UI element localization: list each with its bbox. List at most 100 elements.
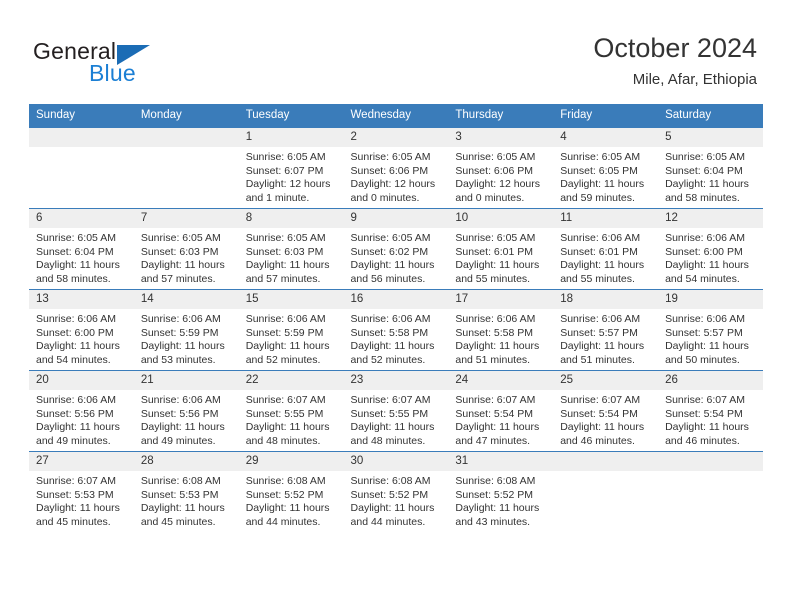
day-details: Sunrise: 6:06 AM Sunset: 5:57 PM Daylight:… [658,309,763,367]
sunset-time: Sunset: 6:03 PM [140,245,219,258]
day-number: 3 [448,128,554,147]
daylight-line-1: Daylight: 11 hours [455,502,540,515]
calendar-day-cell[interactable]: 23 Sunrise: 6:07 AM Sunset: 5:55 PM Dayligh… [343,370,449,452]
daylight-line-1: Daylight: 11 hours [245,421,330,434]
sunrise-time: Sunrise: 6:06 AM [36,394,116,406]
daylight-line-1: Daylight: 11 hours [36,502,120,515]
day-number: 9 [343,209,449,228]
day-number: 4 [553,128,659,147]
sunset-time: Sunset: 5:52 PM [245,488,324,501]
daylight-line-2: and 45 minutes. [36,515,111,528]
day-details: Sunrise: 6:08 AM Sunset: 5:52 PM Daylight:… [448,471,553,529]
sunset-time: Sunset: 5:52 PM [455,488,534,501]
calendar-day-cell[interactable]: 20 Sunrise: 6:06 AM Sunset: 5:56 PM Dayligh… [29,370,134,452]
calendar-day-cell[interactable]: 8 Sunrise: 6:05 AM Sunset: 6:03 PM Daylight… [238,208,344,290]
sunrise-time: Sunrise: 6:08 AM [455,475,536,487]
calendar-day-cell[interactable]: 27 Sunrise: 6:07 AM Sunset: 5:53 PM Dayligh… [29,451,134,532]
calendar-day-cell[interactable]: 12 Sunrise: 6:06 AM Sunset: 6:00 PM Dayligh… [658,208,763,290]
calendar-day-cell[interactable]: 29 Sunrise: 6:08 AM Sunset: 5:52 PM Dayligh… [238,451,344,532]
sunset-time: Sunset: 5:58 PM [455,326,534,339]
sunrise-time: Sunrise: 6:05 AM [245,151,326,163]
calendar-week-row: 6 Sunrise: 6:05 AM Sunset: 6:04 PM Daylight… [29,208,763,290]
calendar-empty-cell [553,451,659,532]
day-details: Sunrise: 6:05 AM Sunset: 6:06 PM Daylight:… [344,147,449,205]
calendar-day-cell[interactable]: 26 Sunrise: 6:07 AM Sunset: 5:54 PM Dayligh… [658,370,763,452]
sunset-time: Sunset: 5:54 PM [665,407,743,420]
calendar-day-cell[interactable]: 10 Sunrise: 6:05 AM Sunset: 6:01 PM Dayligh… [448,208,554,290]
calendar-day-cell[interactable]: 30 Sunrise: 6:08 AM Sunset: 5:52 PM Dayligh… [343,451,449,532]
sunset-time: Sunset: 5:56 PM [36,407,114,420]
day-number: 15 [238,290,344,309]
calendar-day-cell[interactable]: 5 Sunrise: 6:05 AM Sunset: 6:04 PM Daylight… [658,127,763,209]
calendar-day-cell[interactable]: 13 Sunrise: 6:06 AM Sunset: 6:00 PM Dayligh… [29,289,134,371]
calendar-day-cell[interactable]: 15 Sunrise: 6:06 AM Sunset: 5:59 PM Dayligh… [238,289,344,371]
calendar-day-cell[interactable]: 25 Sunrise: 6:07 AM Sunset: 5:54 PM Dayligh… [553,370,659,452]
sunset-time: Sunset: 5:53 PM [140,488,219,501]
calendar-day-cell[interactable]: 6 Sunrise: 6:05 AM Sunset: 6:04 PM Daylight… [29,208,134,290]
day-number: 21 [133,371,239,390]
sunrise-time: Sunrise: 6:05 AM [455,151,536,163]
calendar-day-cell[interactable]: 14 Sunrise: 6:06 AM Sunset: 5:59 PM Dayligh… [133,289,239,371]
calendar-day-cell[interactable]: 16 Sunrise: 6:06 AM Sunset: 5:58 PM Dayligh… [343,289,449,371]
sunset-time: Sunset: 5:55 PM [245,407,324,420]
page-subtitle-location: Mile, Afar, Ethiopia [632,71,757,88]
day-number: 29 [238,452,344,471]
daylight-line-1: Daylight: 11 hours [140,340,225,353]
calendar-day-cell[interactable]: 1 Sunrise: 6:05 AM Sunset: 6:07 PM Daylight… [238,127,344,209]
daylight-line-2: and 45 minutes. [140,515,216,528]
day-details: Sunrise: 6:07 AM Sunset: 5:54 PM Daylight:… [448,390,553,448]
day-details: Sunrise: 6:07 AM Sunset: 5:55 PM Daylight:… [344,390,449,448]
calendar-day-cell[interactable]: 24 Sunrise: 6:07 AM Sunset: 5:54 PM Dayligh… [448,370,554,452]
daylight-line-2: and 49 minutes. [36,434,111,447]
calendar-day-cell[interactable]: 3 Sunrise: 6:05 AM Sunset: 6:06 PM Daylight… [448,127,554,209]
daylight-line-2: and 59 minutes. [560,191,635,204]
day-number: 20 [29,371,134,390]
day-details: Sunrise: 6:07 AM Sunset: 5:54 PM Daylight:… [658,390,763,448]
sunrise-time: Sunrise: 6:07 AM [245,394,326,406]
daylight-line-2: and 58 minutes. [36,272,111,285]
weekday-header-friday: Friday [553,104,659,128]
calendar-week-row: 27 Sunrise: 6:07 AM Sunset: 5:53 PM Dayligh… [29,451,763,532]
daylight-line-1: Daylight: 11 hours [455,421,540,434]
sunrise-time: Sunrise: 6:05 AM [140,232,221,244]
sunrise-time: Sunrise: 6:08 AM [350,475,431,487]
calendar-day-cell[interactable]: 18 Sunrise: 6:06 AM Sunset: 5:57 PM Dayligh… [553,289,659,371]
sunset-time: Sunset: 5:52 PM [350,488,429,501]
sunrise-time: Sunrise: 6:06 AM [665,313,746,325]
sunset-time: Sunset: 5:59 PM [140,326,219,339]
day-details: Sunrise: 6:05 AM Sunset: 6:07 PM Daylight:… [239,147,344,205]
sunset-time: Sunset: 6:07 PM [245,164,324,177]
sunset-time: Sunset: 5:54 PM [560,407,638,420]
page-header: General Blue October 2024 Mile, Afar, Et… [0,0,792,104]
day-details: Sunrise: 6:05 AM Sunset: 6:01 PM Daylight:… [448,228,553,286]
daylight-line-1: Daylight: 11 hours [665,421,749,434]
calendar-day-cell[interactable]: 17 Sunrise: 6:06 AM Sunset: 5:58 PM Dayligh… [448,289,554,371]
calendar-day-cell[interactable]: 28 Sunrise: 6:08 AM Sunset: 5:53 PM Dayligh… [133,451,239,532]
daylight-line-2: and 53 minutes. [140,353,216,366]
calendar-day-cell[interactable]: 19 Sunrise: 6:06 AM Sunset: 5:57 PM Dayligh… [658,289,763,371]
daylight-line-2: and 51 minutes. [560,353,635,366]
daylight-line-2: and 47 minutes. [455,434,531,447]
daylight-line-2: and 57 minutes. [245,272,321,285]
day-number [29,128,134,147]
day-number: 7 [133,209,239,228]
calendar-day-cell[interactable]: 4 Sunrise: 6:05 AM Sunset: 6:05 PM Daylight… [553,127,659,209]
calendar-day-cell[interactable]: 2 Sunrise: 6:05 AM Sunset: 6:06 PM Daylight… [343,127,449,209]
daylight-line-2: and 48 minutes. [350,434,426,447]
daylight-line-1: Daylight: 11 hours [245,340,330,353]
calendar-day-cell[interactable]: 7 Sunrise: 6:05 AM Sunset: 6:03 PM Daylight… [133,208,239,290]
calendar-day-cell[interactable]: 31 Sunrise: 6:08 AM Sunset: 5:52 PM Dayligh… [448,451,554,532]
calendar-day-cell[interactable]: 22 Sunrise: 6:07 AM Sunset: 5:55 PM Dayligh… [238,370,344,452]
day-details: Sunrise: 6:06 AM Sunset: 5:57 PM Daylight:… [553,309,658,367]
day-number: 27 [29,452,134,471]
daylight-line-2: and 58 minutes. [665,191,740,204]
calendar-day-cell[interactable]: 21 Sunrise: 6:06 AM Sunset: 5:56 PM Dayligh… [133,370,239,452]
sunrise-time: Sunrise: 6:05 AM [455,232,536,244]
day-number: 23 [343,371,449,390]
calendar-day-cell[interactable]: 9 Sunrise: 6:05 AM Sunset: 6:02 PM Daylight… [343,208,449,290]
general-blue-logo[interactable]: General Blue [33,38,213,86]
calendar-day-cell[interactable]: 11 Sunrise: 6:06 AM Sunset: 6:01 PM Dayligh… [553,208,659,290]
day-details: Sunrise: 6:05 AM Sunset: 6:03 PM Daylight:… [134,228,239,286]
sunrise-time: Sunrise: 6:06 AM [245,313,326,325]
daylight-line-1: Daylight: 11 hours [350,502,435,515]
